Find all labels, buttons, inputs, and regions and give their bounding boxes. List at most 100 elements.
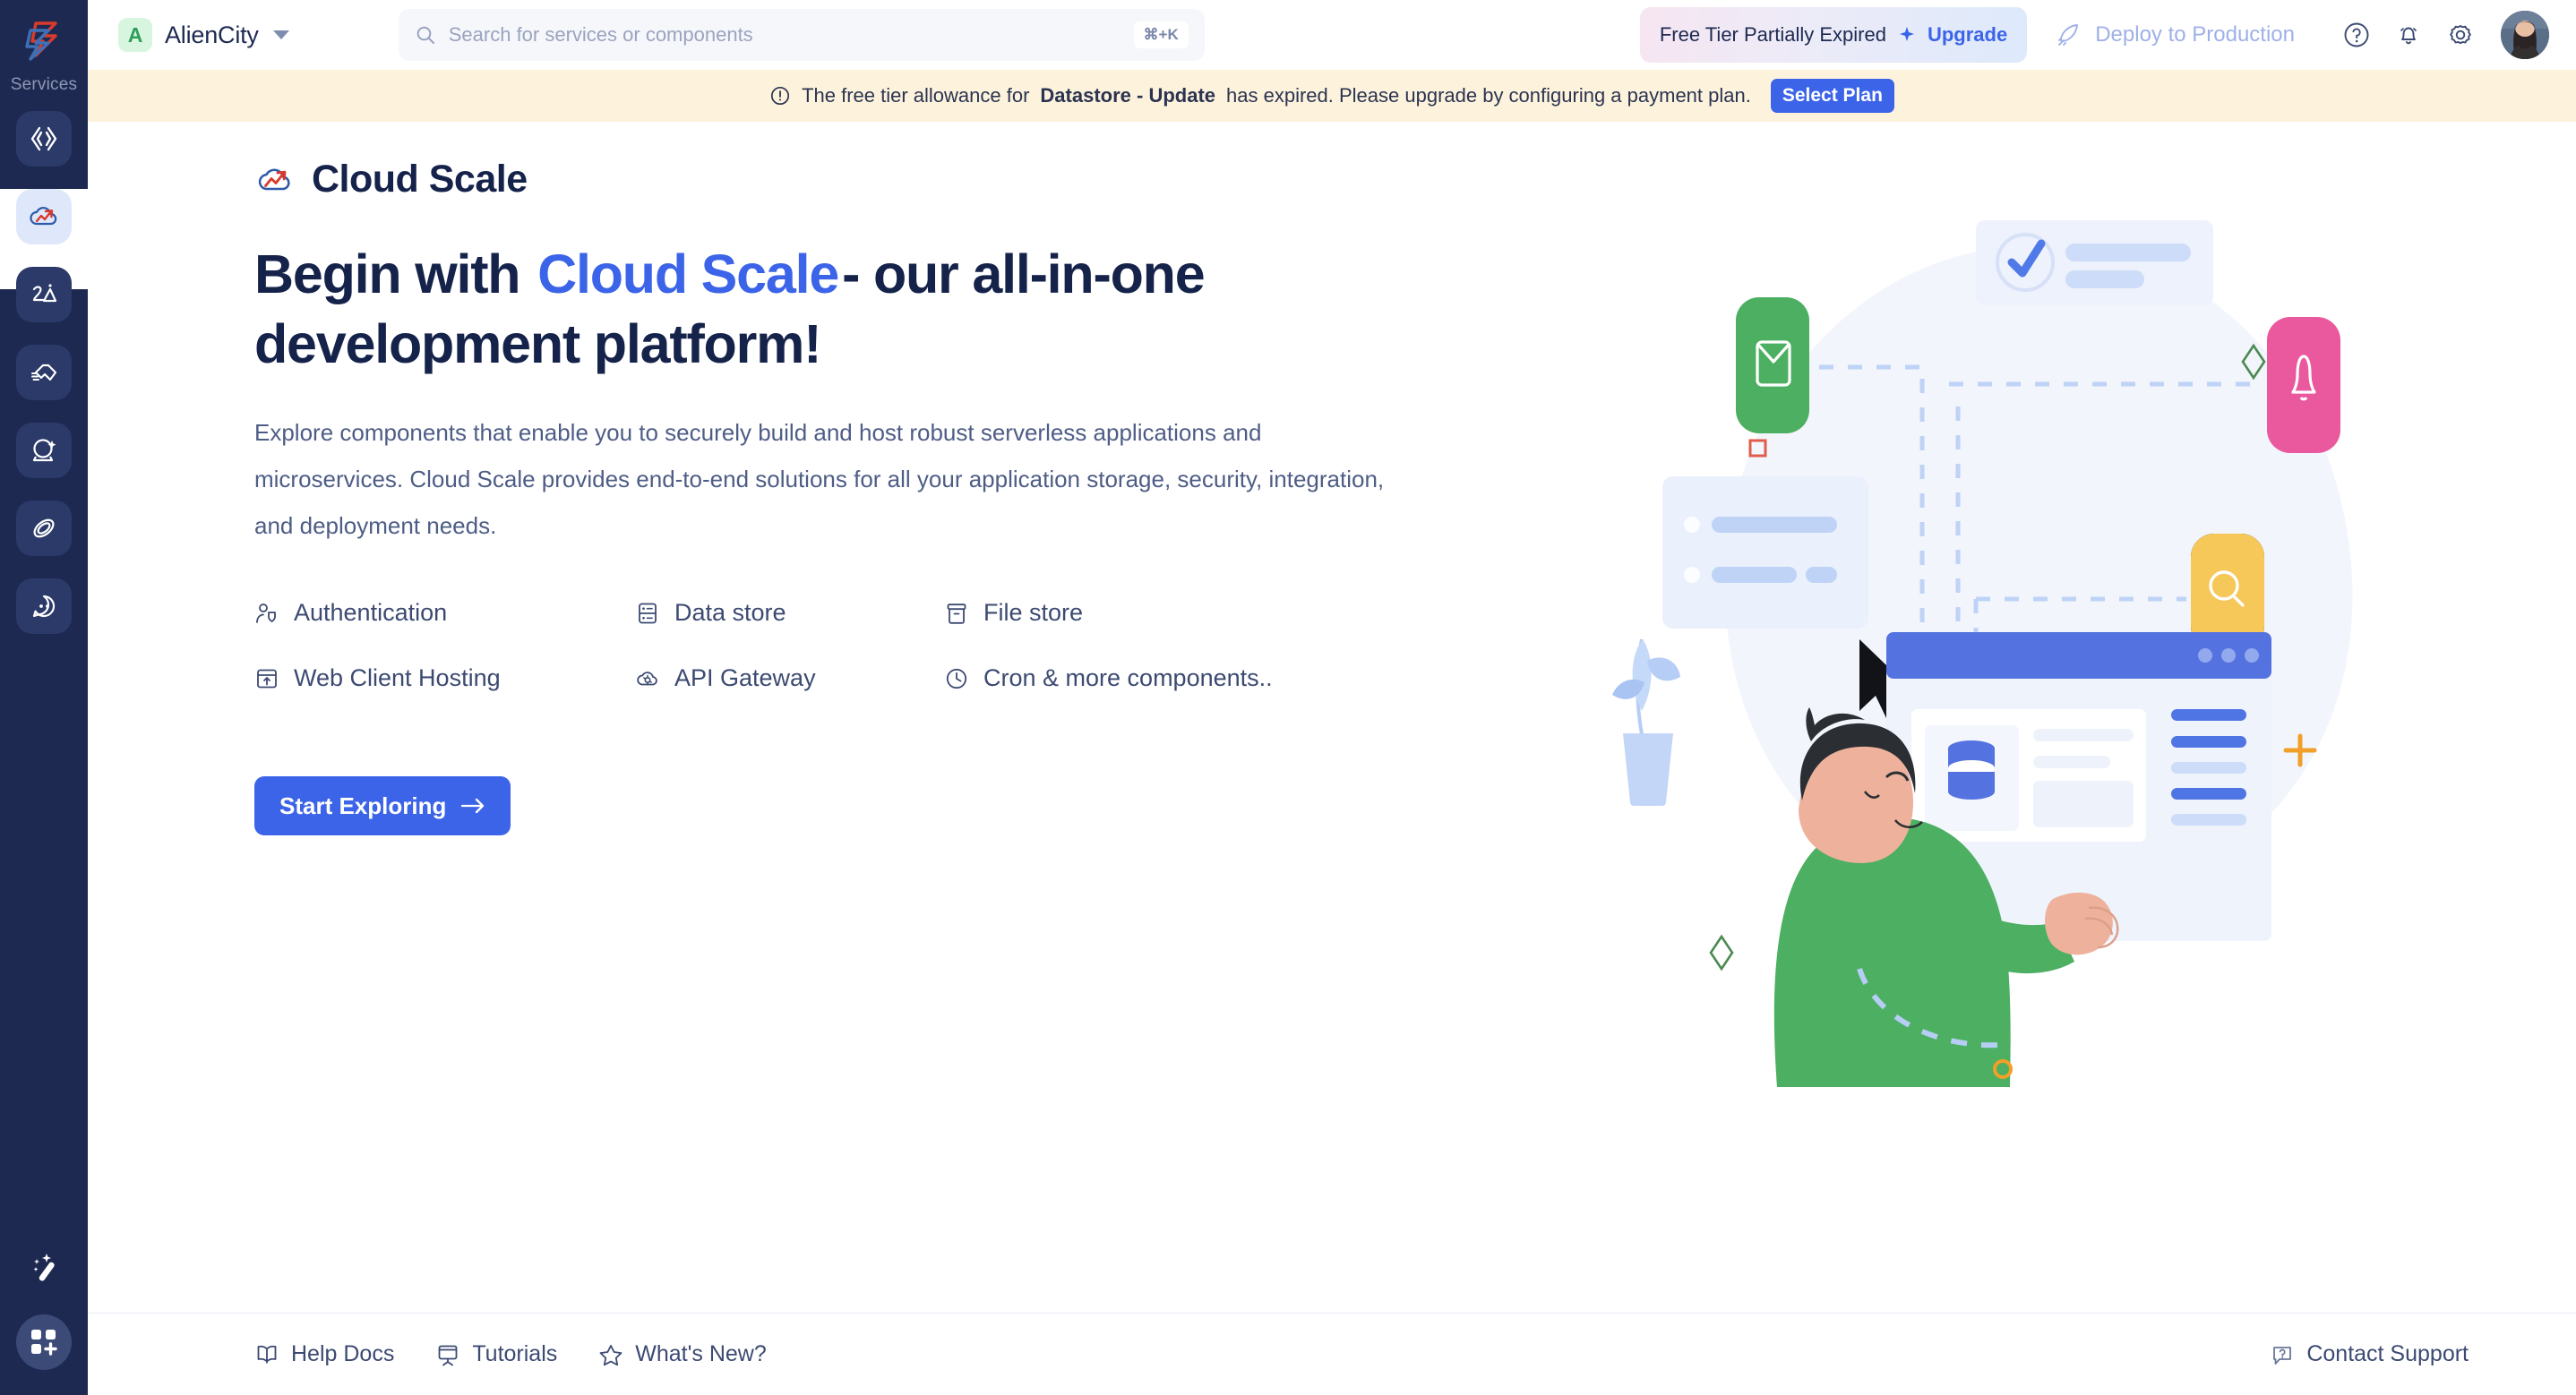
sidebar-item-automation[interactable] <box>16 501 72 556</box>
rocket-icon <box>2056 21 2082 48</box>
free-tier-banner: The free tier allowance for Datastore - … <box>88 70 2576 122</box>
avatar[interactable] <box>2501 11 2549 59</box>
select-plan-button[interactable]: Select Plan <box>1770 79 1894 113</box>
sidebar: Services <box>0 0 88 1395</box>
upgrade-banner-pill[interactable]: Free Tier Partially Expired Upgrade <box>1639 7 2028 63</box>
feature-file-store[interactable]: File store <box>944 599 1419 627</box>
feature-label: Authentication <box>294 599 448 627</box>
workspace-switcher[interactable]: A AlienCity <box>109 13 298 57</box>
feature-api-gateway[interactable]: API Gateway <box>635 664 944 692</box>
sidebar-item-insights[interactable] <box>16 267 72 322</box>
sidebar-item-integrations[interactable] <box>16 345 72 400</box>
header-actions: Free Tier Partially Expired Upgrade Depl… <box>1639 7 2549 63</box>
feature-authentication[interactable]: Authentication <box>254 599 635 627</box>
hero-description: Explore components that enable you to se… <box>254 419 1385 540</box>
footer-support-label: Contact Support <box>2306 1341 2469 1366</box>
feature-label: Web Client Hosting <box>294 664 501 692</box>
feature-label: Cron & more components.. <box>983 664 1273 692</box>
mountain-star-icon <box>28 278 60 311</box>
bell-icon[interactable] <box>2383 9 2434 61</box>
gear-icon[interactable] <box>2434 9 2486 61</box>
footer-help-docs[interactable]: Help Docs <box>254 1341 394 1367</box>
brand-logo-icon[interactable] <box>16 13 72 68</box>
database-icon <box>635 601 660 626</box>
sidebar-item-code-wrap <box>0 111 88 167</box>
banner-text-after: has expired. Please upgrade by configuri… <box>1226 84 1751 107</box>
sidebar-item-cloud-scale-wrap <box>0 166 88 312</box>
help-circle-icon[interactable] <box>2331 9 2383 61</box>
deploy-label: Deploy to Production <box>2095 22 2295 47</box>
feature-web-client-hosting[interactable]: Web Client Hosting <box>254 664 635 692</box>
top-header: A AlienCity Search for services or compo… <box>88 0 2576 70</box>
presentation-icon <box>435 1342 460 1367</box>
arrow-right-icon <box>460 797 485 815</box>
sidebar-item-cloud-scale[interactable] <box>16 189 72 244</box>
page-content: Cloud Scale Begin with Cloud Scale- our … <box>88 122 2576 1313</box>
cta-label: Start Exploring <box>279 792 447 819</box>
workspace-avatar: A <box>118 18 152 52</box>
footer-link-label: What's New? <box>635 1341 767 1366</box>
feature-cron[interactable]: Cron & more components.. <box>944 664 1419 692</box>
browser-upload-icon <box>254 666 279 691</box>
star-icon <box>598 1342 623 1367</box>
feature-label: API Gateway <box>674 664 816 692</box>
footer-tutorials[interactable]: Tutorials <box>435 1341 557 1367</box>
api-cloud-icon <box>635 666 660 691</box>
sparkle-icon <box>1897 25 1917 45</box>
feature-label: File store <box>983 599 1084 627</box>
deploy-to-production-button[interactable]: Deploy to Production <box>2056 21 2295 48</box>
user-shield-icon <box>254 601 279 626</box>
page-footer: Help Docs Tutorials What's New? Contact … <box>88 1313 2576 1395</box>
footer-link-label: Tutorials <box>472 1341 558 1366</box>
search-icon <box>415 24 436 46</box>
atom-orbit-icon <box>28 512 60 544</box>
search-placeholder: Search for services or components <box>448 23 753 46</box>
sidebar-bottom <box>0 1245 88 1370</box>
hero-illustration <box>1591 192 2469 1087</box>
sidebar-item-automation-wrap <box>0 501 88 556</box>
hero-heading-before: Begin with <box>254 244 521 304</box>
banner-resource-name: Datastore - Update <box>1040 84 1216 107</box>
grid-plus-icon[interactable] <box>16 1314 72 1370</box>
chat-question-icon <box>2270 1342 2295 1367</box>
upgrade-link[interactable]: Upgrade <box>1928 23 2007 47</box>
code-brackets-icon <box>28 123 60 155</box>
footer-link-label: Help Docs <box>291 1341 395 1366</box>
tier-status-text: Free Tier Partially Expired <box>1659 23 1886 46</box>
footer-links: Help Docs Tutorials What's New? <box>254 1341 767 1367</box>
hero-heading-highlight: Cloud Scale <box>534 239 842 309</box>
app-root: Services A AlienCity Search for services… <box>0 0 2576 1395</box>
sidebar-item-support-chat-wrap <box>0 578 88 634</box>
cloud-scale-icon <box>27 200 61 234</box>
search-shortcut-badge: ⌘+K <box>1133 21 1189 48</box>
cloud-scale-logo-icon <box>254 159 296 201</box>
banner-text-before: The free tier allowance for <box>802 84 1030 107</box>
crystal-ball-icon <box>28 434 60 466</box>
footer-whats-new[interactable]: What's New? <box>598 1341 767 1367</box>
file-box-icon <box>944 601 969 626</box>
magic-wand-icon[interactable] <box>21 1245 67 1291</box>
handshake-icon <box>28 356 60 389</box>
hero-heading: Begin with Cloud Scale- our all-in-one d… <box>254 239 1490 379</box>
workspace-name: AlienCity <box>165 21 259 48</box>
alert-circle-icon <box>769 85 791 107</box>
clock-icon <box>944 666 969 691</box>
search-input[interactable]: Search for services or components ⌘+K <box>398 9 1205 61</box>
sidebar-section-label: Services <box>10 75 78 94</box>
sidebar-item-integrations-wrap <box>0 345 88 400</box>
footer-contact-support[interactable]: Contact Support <box>2270 1341 2469 1367</box>
feature-label: Data store <box>674 599 786 627</box>
sidebar-rail <box>0 111 88 634</box>
chat-face-icon <box>28 590 60 622</box>
sidebar-item-support-chat[interactable] <box>16 578 72 634</box>
chevron-down-icon <box>272 30 289 39</box>
sidebar-item-predictions-wrap <box>0 423 88 478</box>
start-exploring-button[interactable]: Start Exploring <box>254 776 511 836</box>
sidebar-item-insights-wrap <box>0 267 88 322</box>
page-title: Cloud Scale <box>312 158 528 201</box>
main-area: A AlienCity Search for services or compo… <box>88 0 2576 1395</box>
feature-data-store[interactable]: Data store <box>635 599 944 627</box>
sidebar-item-code[interactable] <box>16 111 72 167</box>
sidebar-item-predictions[interactable] <box>16 423 72 478</box>
book-icon <box>254 1342 279 1367</box>
